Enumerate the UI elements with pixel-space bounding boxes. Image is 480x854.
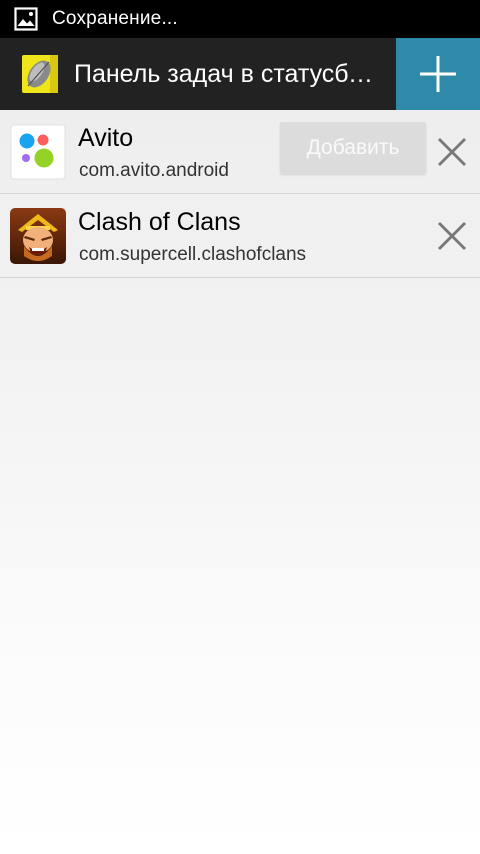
app-title: Панель задач в статусбаре — [74, 59, 386, 88]
add-app-button[interactable] — [396, 38, 480, 110]
paint-leaf-icon — [22, 55, 58, 93]
close-icon — [438, 222, 466, 250]
app-package: com.avito.android — [79, 160, 229, 181]
plus-icon — [420, 56, 456, 92]
avito-icon — [10, 124, 66, 180]
app-name: Avito — [78, 124, 134, 152]
close-icon — [438, 138, 466, 166]
remove-avito-button[interactable] — [436, 136, 468, 168]
status-bar: Сохранение... — [0, 0, 480, 38]
clash-of-clans-icon — [10, 208, 66, 264]
image-icon — [14, 7, 38, 31]
remove-clash-of-clans-button[interactable] — [436, 220, 468, 252]
add-button[interactable]: Добавить — [280, 122, 426, 174]
status-text: Сохранение... — [52, 8, 178, 29]
list-item[interactable]: Avito com.avito.android Добавить — [0, 110, 480, 194]
list-item[interactable]: Clash of Clans com.supercell.clashofclan… — [0, 194, 480, 278]
app-list: Avito com.avito.android Добавить Clash o… — [0, 110, 480, 278]
action-bar: Панель задач в статусбаре — [0, 38, 480, 110]
app-package: com.supercell.clashofclans — [79, 244, 307, 265]
app-name: Clash of Clans — [78, 208, 241, 236]
